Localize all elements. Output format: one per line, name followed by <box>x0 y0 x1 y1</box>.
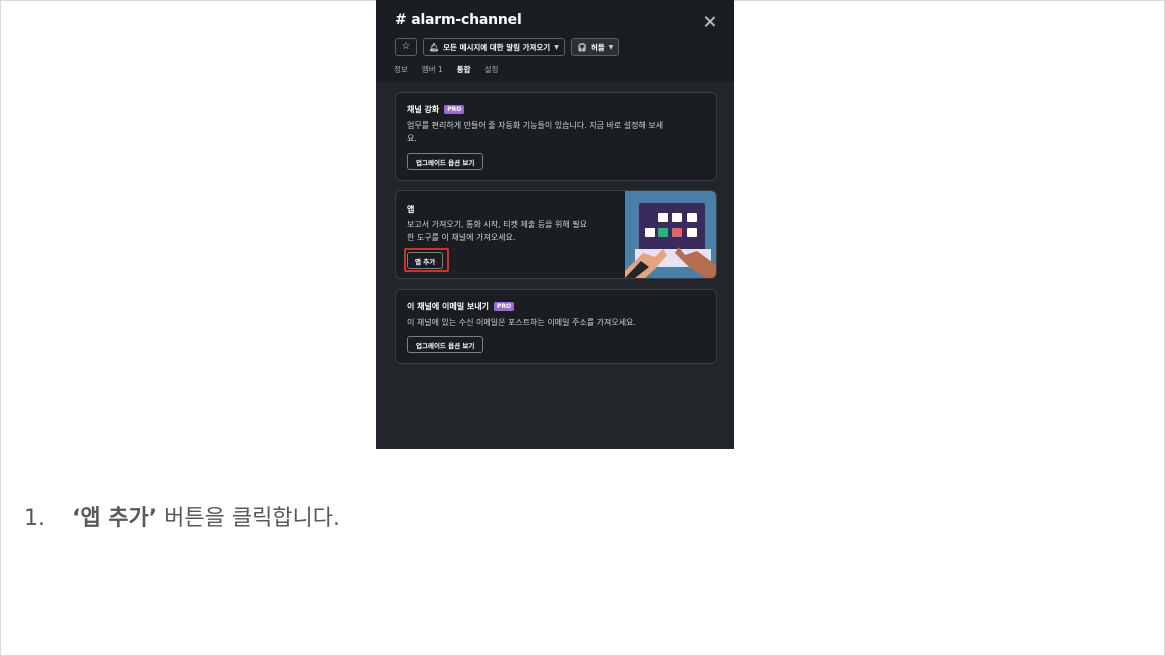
highlight-box <box>404 248 449 272</box>
chevron-down-icon: ▼ <box>608 43 614 51</box>
tab-info[interactable]: 정보 <box>394 64 408 81</box>
channel-toolbar: ☆ 🔔︎ 모든 메시지에 대한 알림 가져오기 ▼ 🎧︎ 허들 ▼ <box>395 38 620 56</box>
channel-details-panel: # alarm-channel ☆ 🔔︎ 모든 메시지에 대한 알림 가져오기 … <box>376 0 734 449</box>
upgrade-options-button[interactable]: 업그레이드 옵션 보기 <box>407 336 484 353</box>
chevron-down-icon: ▼ <box>554 43 559 51</box>
channel-title: # alarm-channel <box>395 12 522 28</box>
desc-line: 이 채널에 있는 수신 이메일은 포스트하는 이메일 주소를 가져오세요. <box>407 318 636 327</box>
desc-line: 보고서 가져오기, 통화 시작, 티켓 제출 등을 위해 필요 <box>407 220 587 229</box>
upgrade-options-button[interactable]: 업그레이드 옵션 보기 <box>407 153 484 170</box>
card-title: 채널 강화 PRO <box>407 104 465 115</box>
apps-card: 앱 보고서 가져오기, 통화 시작, 티켓 제출 등을 위해 필요 한 도구를 … <box>395 190 717 279</box>
caption-bold-text: ‘앱 추가’ <box>72 506 158 531</box>
bell-icon: 🔔︎ <box>429 42 440 52</box>
card-title-text: 앱 <box>407 205 415 214</box>
card-description: 보고서 가져오기, 통화 시작, 티켓 제출 등을 위해 필요 한 도구를 이 … <box>407 218 587 244</box>
huddle-label: 허들 <box>590 42 605 52</box>
step-number: 1. <box>24 506 45 531</box>
tab-members[interactable]: 멤버 1 <box>422 64 443 81</box>
pro-badge: PRO <box>444 105 465 114</box>
card-title-text: 이 채널에 이메일 보내기 <box>407 302 489 311</box>
star-button[interactable]: ☆ <box>395 38 417 56</box>
pro-badge: PRO <box>493 302 515 311</box>
card-title-text: 채널 강화 <box>407 105 440 114</box>
desc-line: 한 도구를 이 채널에 가져오세요. <box>407 233 516 242</box>
email-card: 이 채널에 이메일 보내기 PRO 이 채널에 있는 수신 이메일은 포스트하는… <box>395 289 717 364</box>
headphones-icon: 🎧︎ <box>576 42 587 52</box>
channel-enhance-card: 채널 강화 PRO 업무를 편리하게 만들어 줄 자동화 기능들이 있습니다. … <box>395 92 717 181</box>
card-title: 앱 <box>407 204 414 215</box>
notification-label: 모든 메시지에 대한 알림 가져오기 <box>443 42 551 52</box>
instruction-caption: 1. ‘앱 추가’ 버튼을 클릭합니다. <box>24 500 340 532</box>
caption-text: 버튼을 클릭합니다. <box>164 506 341 531</box>
tab-bar: 정보 멤버 1 통합 설정 <box>394 64 499 87</box>
close-icon[interactable] <box>703 15 717 29</box>
star-icon: ☆ <box>401 41 411 52</box>
desc-line: 요. <box>407 134 417 143</box>
card-description: 이 채널에 있는 수신 이메일은 포스트하는 이메일 주소를 가져오세요. <box>407 316 636 329</box>
panel-header: # alarm-channel ☆ 🔔︎ 모든 메시지에 대한 알림 가져오기 … <box>376 0 734 87</box>
card-description: 업무를 편리하게 만들어 줄 자동화 기능들이 있습니다. 지금 바로 설정해 … <box>407 119 663 145</box>
desc-line: 업무를 편리하게 만들어 줄 자동화 기능들이 있습니다. 지금 바로 설정해 … <box>407 121 664 130</box>
apps-illustration <box>625 191 716 278</box>
panel-body: 채널 강화 PRO 업무를 편리하게 만들어 줄 자동화 기능들이 있습니다. … <box>376 82 734 449</box>
tab-settings[interactable]: 설정 <box>485 64 499 81</box>
tab-integrations[interactable]: 통합 <box>456 64 471 87</box>
card-title: 이 채널에 이메일 보내기 PRO <box>407 301 515 312</box>
huddle-dropdown[interactable]: 🎧︎ 허들 ▼ <box>570 38 620 56</box>
notification-dropdown[interactable]: 🔔︎ 모든 메시지에 대한 알림 가져오기 ▼ <box>423 38 565 56</box>
